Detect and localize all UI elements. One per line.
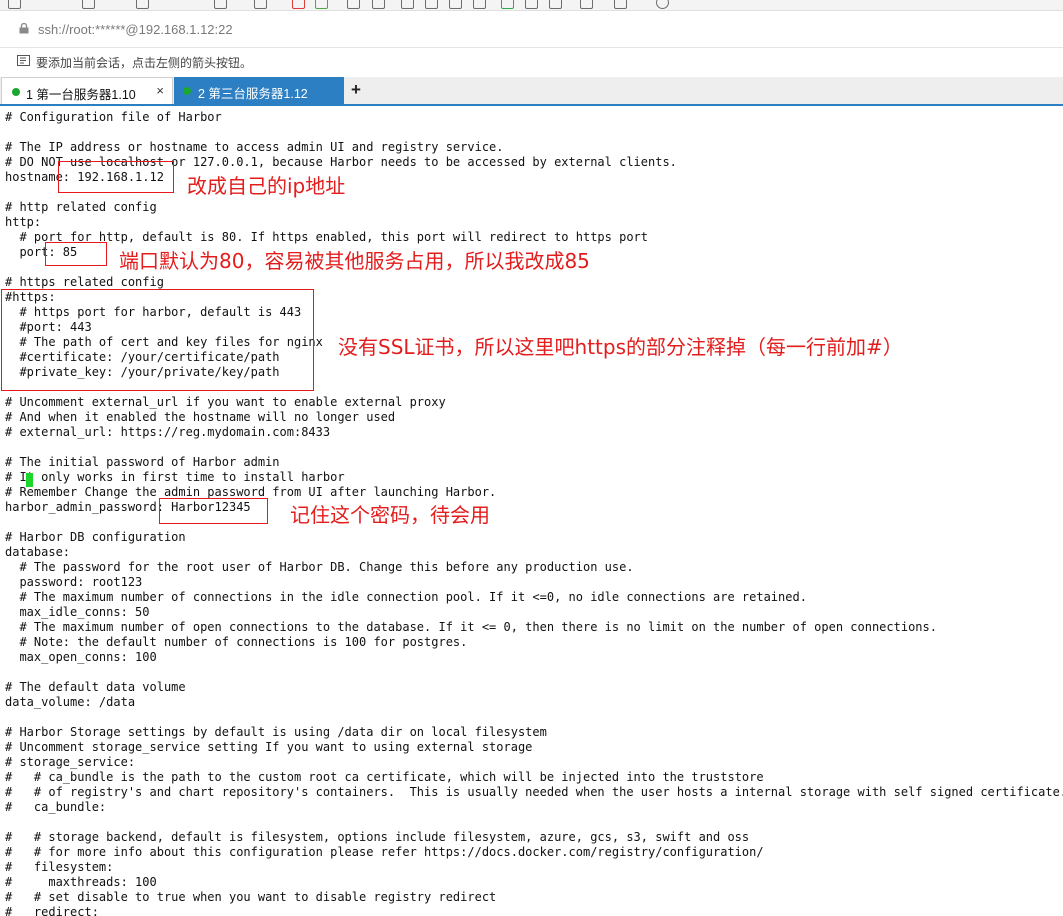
terminal-line: # Uncomment external_url if you want to …	[5, 395, 446, 409]
terminal-line: # It only works in first time to install…	[5, 470, 345, 484]
hostname-highlight-box	[58, 161, 174, 193]
terminal-line: # external_url: https://reg.mydomain.com…	[5, 425, 331, 439]
connected-status-icon	[183, 87, 191, 95]
toolbar-resize-icon[interactable]	[347, 0, 360, 9]
https-highlight-box	[1, 289, 314, 391]
toolbar-globe-icon[interactable]	[214, 0, 227, 9]
terminal-line: # # storage backend, default is filesyst…	[5, 830, 750, 844]
terminal-line: # The default data volume	[5, 680, 186, 694]
port-highlight-box	[45, 242, 107, 266]
password-note: 记住这个密码，待会用	[290, 503, 490, 527]
session-arrow-icon[interactable]	[17, 55, 30, 66]
terminal-line: # # for more info about this configurati…	[5, 845, 764, 859]
terminal-line: data_volume: /data	[5, 695, 136, 709]
terminal-line: # https related config	[5, 275, 164, 289]
toolbar-paste-icon[interactable]	[425, 0, 438, 9]
toolbar-list-icon[interactable]	[549, 0, 562, 9]
tab-label: 2 第三台服务器1.12	[198, 87, 308, 101]
port-note: 端口默认为80，容易被其他服务占用，所以我改成85	[119, 249, 590, 273]
toolbar-red-icon[interactable]	[292, 0, 305, 9]
session-hint-bar: 要添加当前会话，点击左侧的箭头按钮。	[0, 48, 1063, 76]
terminal-line: password: root123	[5, 575, 143, 589]
terminal-line: # ca_bundle:	[5, 800, 107, 814]
terminal-line: # The IP address or hostname to access a…	[5, 140, 504, 154]
toolbar-font-icon[interactable]	[254, 0, 267, 9]
terminal-line: # # ca_bundle is the path to the custom …	[5, 770, 764, 784]
terminal-line: # maxthreads: 100	[5, 875, 157, 889]
hostname-note: 改成自己的ip地址	[187, 174, 346, 198]
toolbar-script-icon[interactable]	[525, 0, 538, 9]
terminal-line: # Configuration file of Harbor	[5, 110, 222, 124]
toolbar-layout-icon[interactable]	[580, 0, 593, 9]
toolbar-lock-icon[interactable]	[372, 0, 385, 9]
terminal-line: # Uncomment storage_service setting If y…	[5, 740, 533, 754]
terminal-cursor	[26, 473, 33, 487]
tab-server-1-12[interactable]: 2 第三台服务器1.12	[174, 77, 344, 104]
terminal-line: # The password for the root user of Harb…	[5, 560, 634, 574]
terminal-line: # The maximum number of open connections…	[5, 620, 937, 634]
toolbar-undo-icon[interactable]	[82, 0, 95, 9]
address-bar[interactable]: ssh://root:******@192.168.1.12:22	[0, 11, 1063, 48]
terminal-line: http:	[5, 215, 42, 229]
terminal-line: # Note: the default number of connection…	[5, 635, 468, 649]
terminal-line: max_open_conns: 100	[5, 650, 157, 664]
terminal-line: # filesystem:	[5, 860, 114, 874]
terminal-line: # redirect:	[5, 905, 99, 916]
terminal-line: database:	[5, 545, 71, 559]
terminal-line: # And when it enabled the hostname will …	[5, 410, 396, 424]
toolbar-help-icon[interactable]	[656, 0, 669, 9]
lock-icon	[19, 23, 29, 34]
terminal-line: # Harbor DB configuration	[5, 530, 186, 544]
terminal-line: # # set disable to true when you want to…	[5, 890, 497, 904]
address-text[interactable]: ssh://root:******@192.168.1.12:22	[38, 22, 233, 37]
tab-label: 1 第一台服务器1.10	[26, 88, 136, 102]
tab-server-1-10[interactable]: 1 第一台服务器1.10 ×	[1, 77, 173, 105]
toolbar-find-icon[interactable]	[473, 0, 486, 9]
hint-text: 要添加当前会话，点击左侧的箭头按钮。	[36, 56, 253, 70]
terminal-line: # The maximum number of connections in t…	[5, 590, 807, 604]
terminal-line: max_idle_conns: 50	[5, 605, 150, 619]
close-icon[interactable]: ×	[156, 83, 164, 98]
toolbar	[0, 0, 1063, 11]
toolbar-green-icon[interactable]	[315, 0, 328, 9]
toolbar-copy-icon[interactable]	[401, 0, 414, 9]
terminal-line: # # of registry's and chart repository's…	[5, 785, 1063, 799]
terminal-line: # Harbor Storage settings by default is …	[5, 725, 547, 739]
terminal-line: # http related config	[5, 200, 157, 214]
terminal-line: # storage_service:	[5, 755, 136, 769]
tab-bar: 1 第一台服务器1.10 × 2 第三台服务器1.12 +	[0, 77, 1063, 105]
password-highlight-box	[159, 498, 268, 524]
toolbar-run-icon[interactable]	[501, 0, 514, 9]
terminal-line: # The initial password of Harbor admin	[5, 455, 280, 469]
toolbar-edit-icon[interactable]	[449, 0, 462, 9]
add-tab-button[interactable]: +	[351, 80, 361, 100]
toolbar-window-icon[interactable]	[614, 0, 627, 9]
toolbar-new-icon[interactable]	[8, 0, 21, 9]
connected-status-icon	[12, 88, 20, 96]
terminal-output[interactable]: # Configuration file of Harbor # The IP a…	[0, 106, 1063, 916]
toolbar-session-icon[interactable]	[136, 0, 149, 9]
https-note: 没有SSL证书，所以这里吧https的部分注释掉（每一行前加#）	[338, 335, 903, 359]
